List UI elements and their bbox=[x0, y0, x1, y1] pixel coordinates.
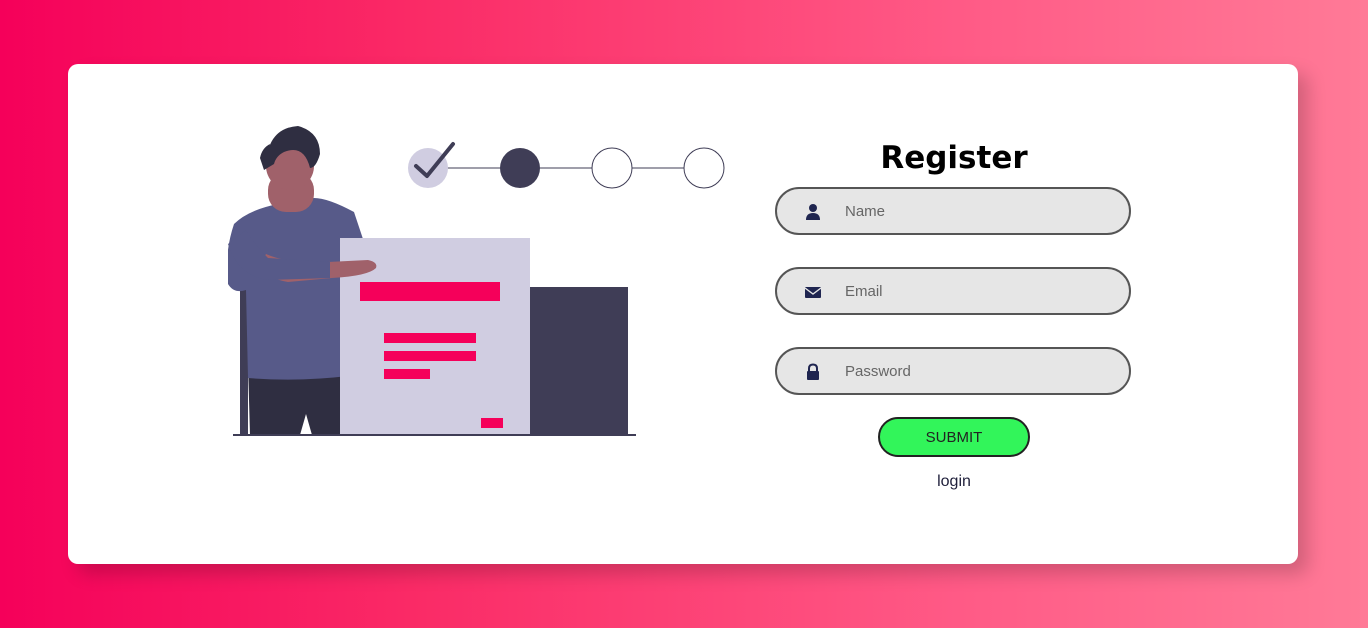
envelope-icon bbox=[804, 287, 822, 298]
form-title: Register bbox=[880, 140, 1028, 176]
email-input[interactable] bbox=[845, 278, 1115, 304]
step-pending bbox=[683, 147, 725, 189]
name-field[interactable] bbox=[775, 187, 1131, 235]
document-line bbox=[384, 351, 476, 361]
document-line bbox=[384, 333, 476, 343]
password-input[interactable] bbox=[845, 358, 1115, 384]
login-link[interactable]: login bbox=[774, 473, 1134, 491]
step-current bbox=[500, 148, 540, 188]
progress-steps bbox=[408, 142, 725, 189]
step-completed bbox=[408, 148, 448, 188]
submit-button[interactable]: SUBMIT bbox=[878, 417, 1030, 457]
step-pending bbox=[591, 147, 633, 189]
lock-icon bbox=[807, 363, 819, 380]
document-stamp bbox=[481, 418, 503, 428]
password-field[interactable] bbox=[775, 347, 1131, 395]
name-input[interactable] bbox=[845, 198, 1115, 224]
document-line bbox=[384, 369, 430, 379]
register-card: Register SUBMIT login bbox=[68, 64, 1298, 564]
email-field[interactable] bbox=[775, 267, 1131, 315]
document-heading-bar bbox=[360, 282, 500, 301]
user-icon bbox=[806, 204, 820, 220]
registration-illustration bbox=[228, 126, 725, 436]
background-block bbox=[518, 287, 628, 435]
